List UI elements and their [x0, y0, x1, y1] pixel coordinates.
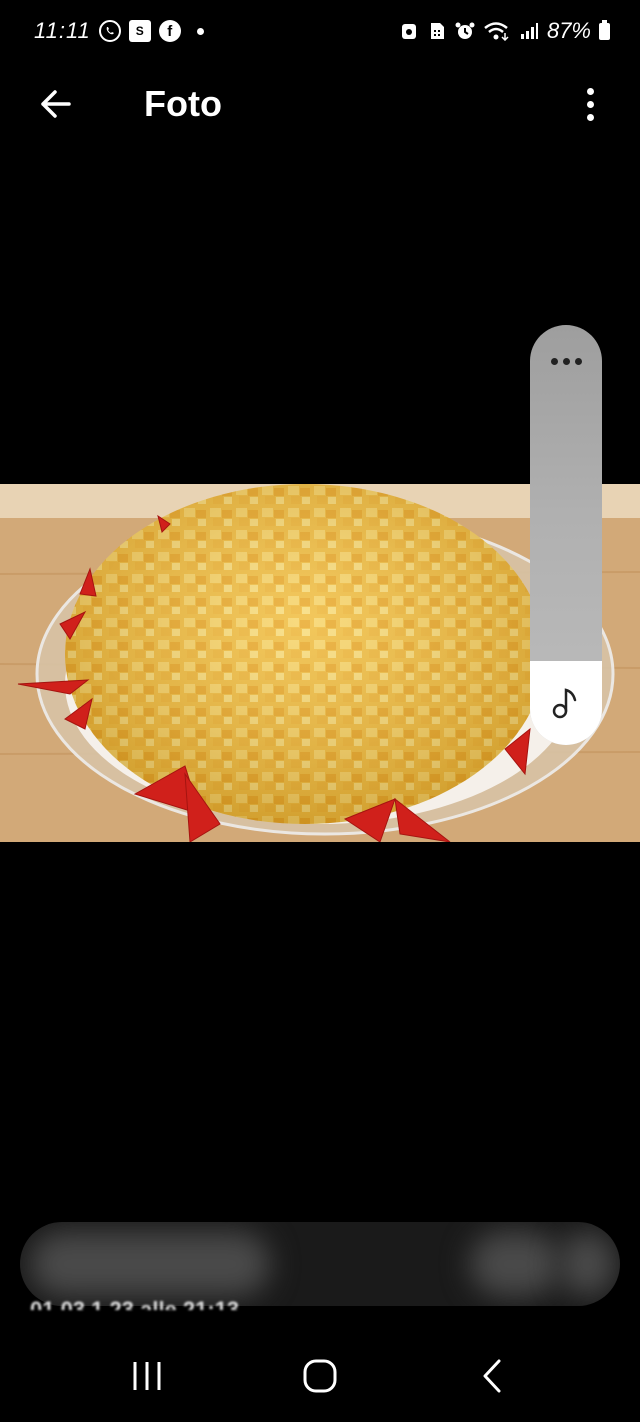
- status-bar: 11:11 S f 87%: [0, 0, 640, 62]
- data-saver-icon: [399, 21, 419, 41]
- home-icon: [303, 1359, 337, 1393]
- photo-viewer-screen: 11:11 S f 87% Foto 01.03 1.23 alle 21:13: [0, 0, 640, 1422]
- blurred-content: [470, 1232, 560, 1296]
- whatsapp-icon: [98, 20, 121, 42]
- battery-icon: [599, 19, 610, 40]
- more-dot-icon: [586, 100, 594, 108]
- music-button[interactable]: [530, 661, 602, 745]
- top-app-bar: Foto: [0, 62, 640, 146]
- s-app-icon: S: [128, 20, 151, 42]
- dot-icon: [550, 357, 558, 365]
- status-time: 11:11: [34, 18, 91, 43]
- sim-icon: [427, 21, 447, 41]
- blurred-content: [560, 1232, 615, 1296]
- back-button[interactable]: [0, 62, 110, 146]
- battery-percent: 87%: [546, 18, 591, 43]
- nav-back-button[interactable]: [453, 1341, 533, 1411]
- dot-icon: [574, 357, 582, 365]
- alarm-icon: [455, 21, 475, 41]
- navigation-bar: [0, 1330, 640, 1422]
- side-edge-panel[interactable]: [530, 325, 602, 745]
- status-right: 87%: [399, 18, 610, 44]
- recent-apps-icon: [133, 1362, 161, 1390]
- dot-icon: [562, 357, 570, 365]
- page-title: Foto: [144, 83, 222, 124]
- side-panel-menu-button[interactable]: [530, 351, 602, 371]
- notification-dot-icon: [196, 27, 204, 35]
- photo-date-text: 01.03 1.23 alle 21:13: [30, 1297, 240, 1310]
- recent-apps-button[interactable]: [107, 1341, 187, 1411]
- more-dot-icon: [586, 87, 594, 95]
- home-button[interactable]: [280, 1341, 360, 1411]
- facebook-icon: f: [158, 20, 181, 42]
- status-left: 11:11 S f: [34, 18, 204, 44]
- blurred-content: [30, 1232, 270, 1296]
- more-dot-icon: [586, 113, 594, 121]
- arrow-left-icon: [41, 90, 71, 118]
- signal-icon: [519, 21, 539, 41]
- music-note-icon: [552, 688, 577, 719]
- chevron-left-icon: [483, 1359, 501, 1393]
- more-options-button[interactable]: [568, 82, 612, 126]
- wifi-icon: [483, 21, 511, 41]
